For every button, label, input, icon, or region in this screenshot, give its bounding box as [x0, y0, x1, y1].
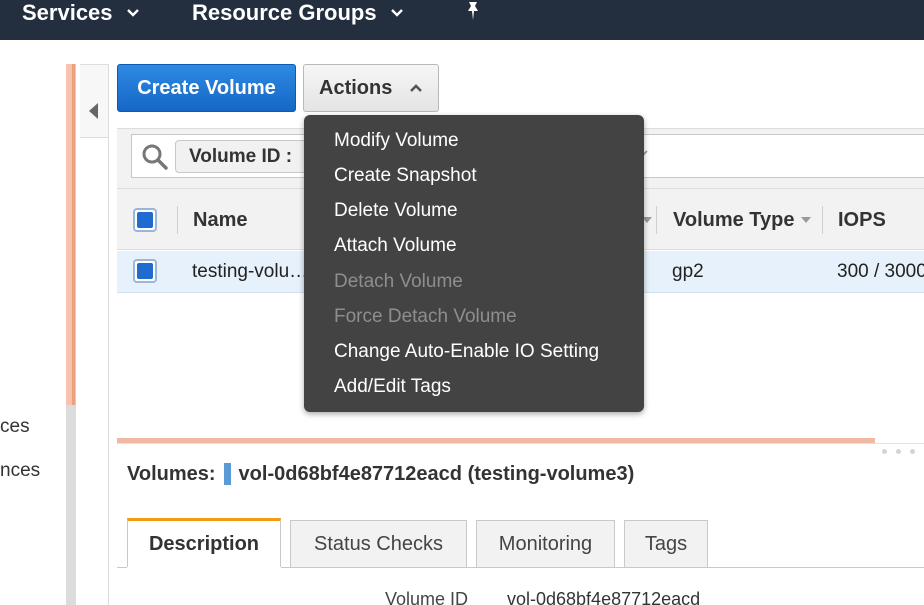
sidebar-item-partial[interactable]: nces: [0, 460, 40, 482]
menu-item-modify-volume[interactable]: Modify Volume: [334, 123, 459, 158]
details-heading-value: vol-0d68bf4e87712eacd (testing-volume3): [238, 462, 635, 485]
resize-grip-icon[interactable]: [882, 449, 915, 454]
create-volume-button[interactable]: Create Volume: [117, 64, 296, 112]
sidebar-scrollbar-track[interactable]: [66, 405, 76, 605]
chevron-down-icon: [390, 9, 403, 17]
selection-marker: [223, 463, 231, 485]
pane-divider: [117, 443, 924, 444]
column-header-label: Volume Type: [673, 208, 795, 231]
menu-item-delete-volume[interactable]: Delete Volume: [334, 193, 458, 228]
resource-groups-menu[interactable]: Resource Groups: [192, 0, 403, 26]
cell-iops: 300 / 3000: [837, 261, 924, 282]
column-header-name[interactable]: Name: [193, 189, 247, 251]
actions-button[interactable]: Actions: [303, 64, 439, 112]
services-label: Services: [22, 0, 113, 25]
column-separator[interactable]: [177, 206, 178, 234]
sidebar-scrollbar-thumb[interactable]: [72, 64, 75, 405]
menu-item-attach-volume[interactable]: Attach Volume: [334, 228, 457, 263]
pin-icon[interactable]: [462, 0, 484, 22]
sidebar-collapse-button[interactable]: [80, 64, 109, 138]
resource-groups-label: Resource Groups: [192, 0, 377, 25]
menu-item-create-snapshot[interactable]: Create Snapshot: [334, 158, 477, 193]
sort-icon: [800, 217, 811, 223]
menu-item-detach-volume: Detach Volume: [334, 270, 463, 292]
menu-item-force-detach-volume: Force Detach Volume: [334, 305, 517, 327]
column-header-iops[interactable]: IOPS: [838, 189, 886, 251]
row-checkbox[interactable]: [133, 259, 157, 283]
column-header-label: Name: [193, 208, 248, 231]
details-heading: Volumes: vol-0d68bf4e87712eacd (testing-…: [127, 461, 634, 487]
main-panel-border: [108, 138, 109, 605]
active-tab-gap: [127, 567, 281, 568]
tab-status-checks[interactable]: Status Checks: [290, 520, 467, 567]
checkbox-fill: [137, 212, 153, 228]
tab-monitoring[interactable]: Monitoring: [476, 520, 615, 567]
cell-name[interactable]: testing-volu…: [192, 251, 308, 293]
column-header-volume-type[interactable]: Volume Type: [673, 189, 811, 251]
column-separator[interactable]: [656, 206, 657, 234]
select-all-checkbox[interactable]: [133, 208, 157, 232]
actions-dropdown-menu: Modify Volume Create Snapshot Delete Vol…: [304, 115, 644, 412]
actions-label: Actions: [319, 76, 393, 99]
field-value-volume-id: vol-0d68bf4e87712eacd: [507, 589, 701, 605]
checkbox-fill: [137, 263, 153, 279]
column-separator[interactable]: [822, 206, 823, 234]
chevron-left-icon: [89, 103, 98, 119]
services-menu[interactable]: Services: [22, 0, 139, 26]
top-navigation-bar: Services Resource Groups: [0, 0, 924, 40]
chevron-up-icon: [410, 84, 422, 92]
menu-item-add-edit-tags[interactable]: Add/Edit Tags: [334, 369, 451, 404]
sidebar-item-partial[interactable]: ces: [0, 416, 30, 438]
tab-tags[interactable]: Tags: [624, 520, 708, 567]
tab-description[interactable]: Description: [127, 518, 281, 568]
chevron-down-icon: [126, 9, 139, 17]
menu-item-change-auto-enable-io[interactable]: Change Auto-Enable IO Setting: [334, 334, 599, 369]
column-header-label: IOPS: [838, 208, 886, 231]
field-label-volume-id: Volume ID: [385, 589, 469, 605]
cell-volume-type: gp2: [672, 261, 704, 282]
search-icon: [142, 144, 168, 170]
filter-token-volume-id[interactable]: Volume ID :: [175, 140, 315, 173]
details-heading-label: Volumes:: [127, 462, 216, 485]
